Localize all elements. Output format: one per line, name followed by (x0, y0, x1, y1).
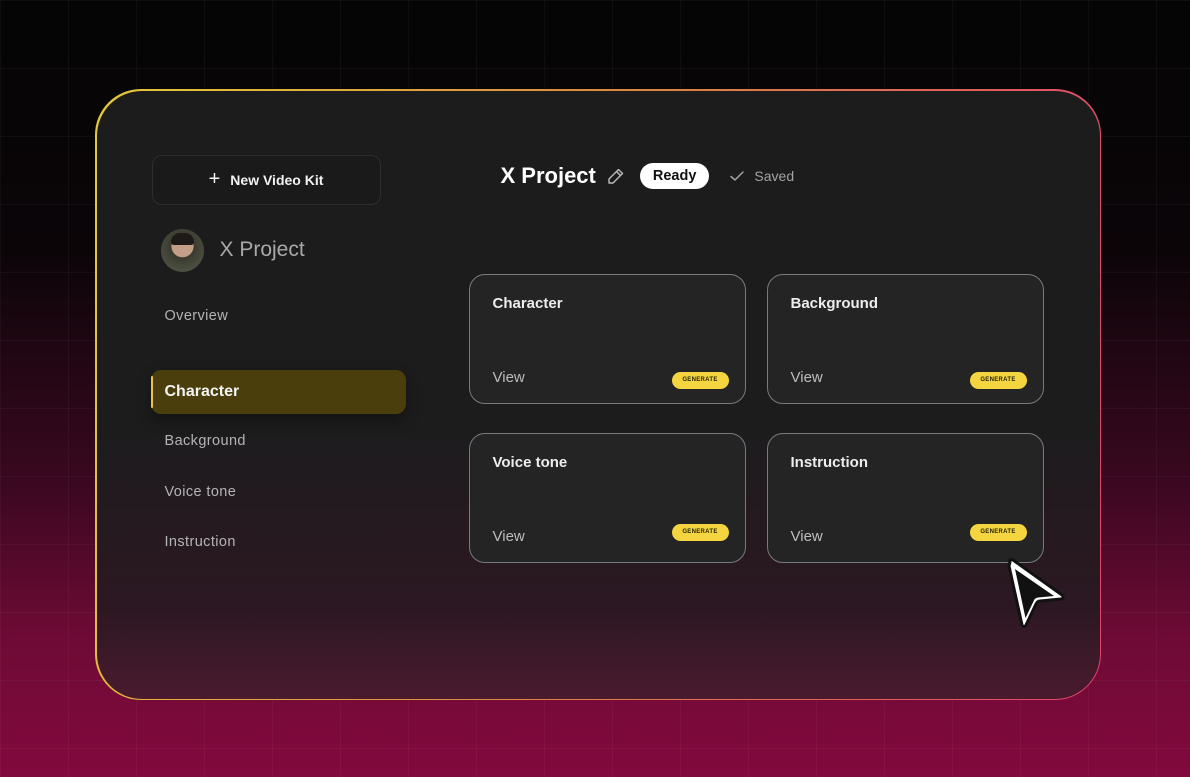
generate-button[interactable]: GENERATE (671, 371, 729, 389)
generate-button[interactable]: GENERATE (671, 523, 729, 541)
page-header: X Project Ready Saved (500, 161, 795, 191)
sidebar-item-background[interactable]: Background (165, 433, 246, 449)
generate-button[interactable]: GENERATE (969, 523, 1027, 541)
card-view-link[interactable]: View (493, 369, 525, 386)
card-view-link[interactable]: View (493, 528, 525, 545)
sidebar-project-name: X Project (219, 238, 305, 261)
sidebar-item-instruction[interactable]: Instruction (165, 534, 236, 550)
plus-icon: + (208, 167, 221, 190)
card-title: Background (790, 294, 879, 312)
sidebar-item-label: Character (164, 382, 240, 400)
page-title: X Project (500, 162, 596, 188)
pencil-icon[interactable] (606, 166, 626, 186)
app-window-frame: + New Video Kit X Project Overview Chara… (95, 89, 1101, 700)
card-background[interactable]: Background View GENERATE (766, 273, 1044, 404)
card-view-link[interactable]: View (791, 528, 823, 545)
avatar (160, 228, 204, 272)
card-title: Character (492, 294, 563, 312)
status-badge: Ready (639, 162, 710, 189)
generate-button[interactable]: GENERATE (969, 371, 1027, 389)
card-voice-tone[interactable]: Voice tone View GENERATE (468, 432, 746, 563)
sidebar-item-voice-tone[interactable]: Voice tone (165, 484, 237, 500)
mouse-pointer-icon (1007, 558, 1065, 628)
card-instruction[interactable]: Instruction View GENERATE (766, 432, 1044, 563)
card-title: Voice tone (492, 453, 568, 471)
card-view-link[interactable]: View (791, 369, 823, 386)
card-title: Instruction (790, 453, 869, 471)
save-status: Saved (754, 167, 795, 184)
card-character[interactable]: Character View GENERATE (468, 273, 746, 404)
sidebar-item-overview[interactable]: Overview (165, 308, 229, 324)
new-video-kit-label: New Video Kit (230, 171, 324, 188)
new-video-kit-button[interactable]: + New Video Kit (151, 154, 381, 205)
sidebar-item-character[interactable]: Character (150, 369, 406, 414)
app-window: + New Video Kit X Project Overview Chara… (96, 90, 1100, 699)
check-icon (730, 170, 745, 181)
sidebar-project: X Project (160, 228, 305, 272)
